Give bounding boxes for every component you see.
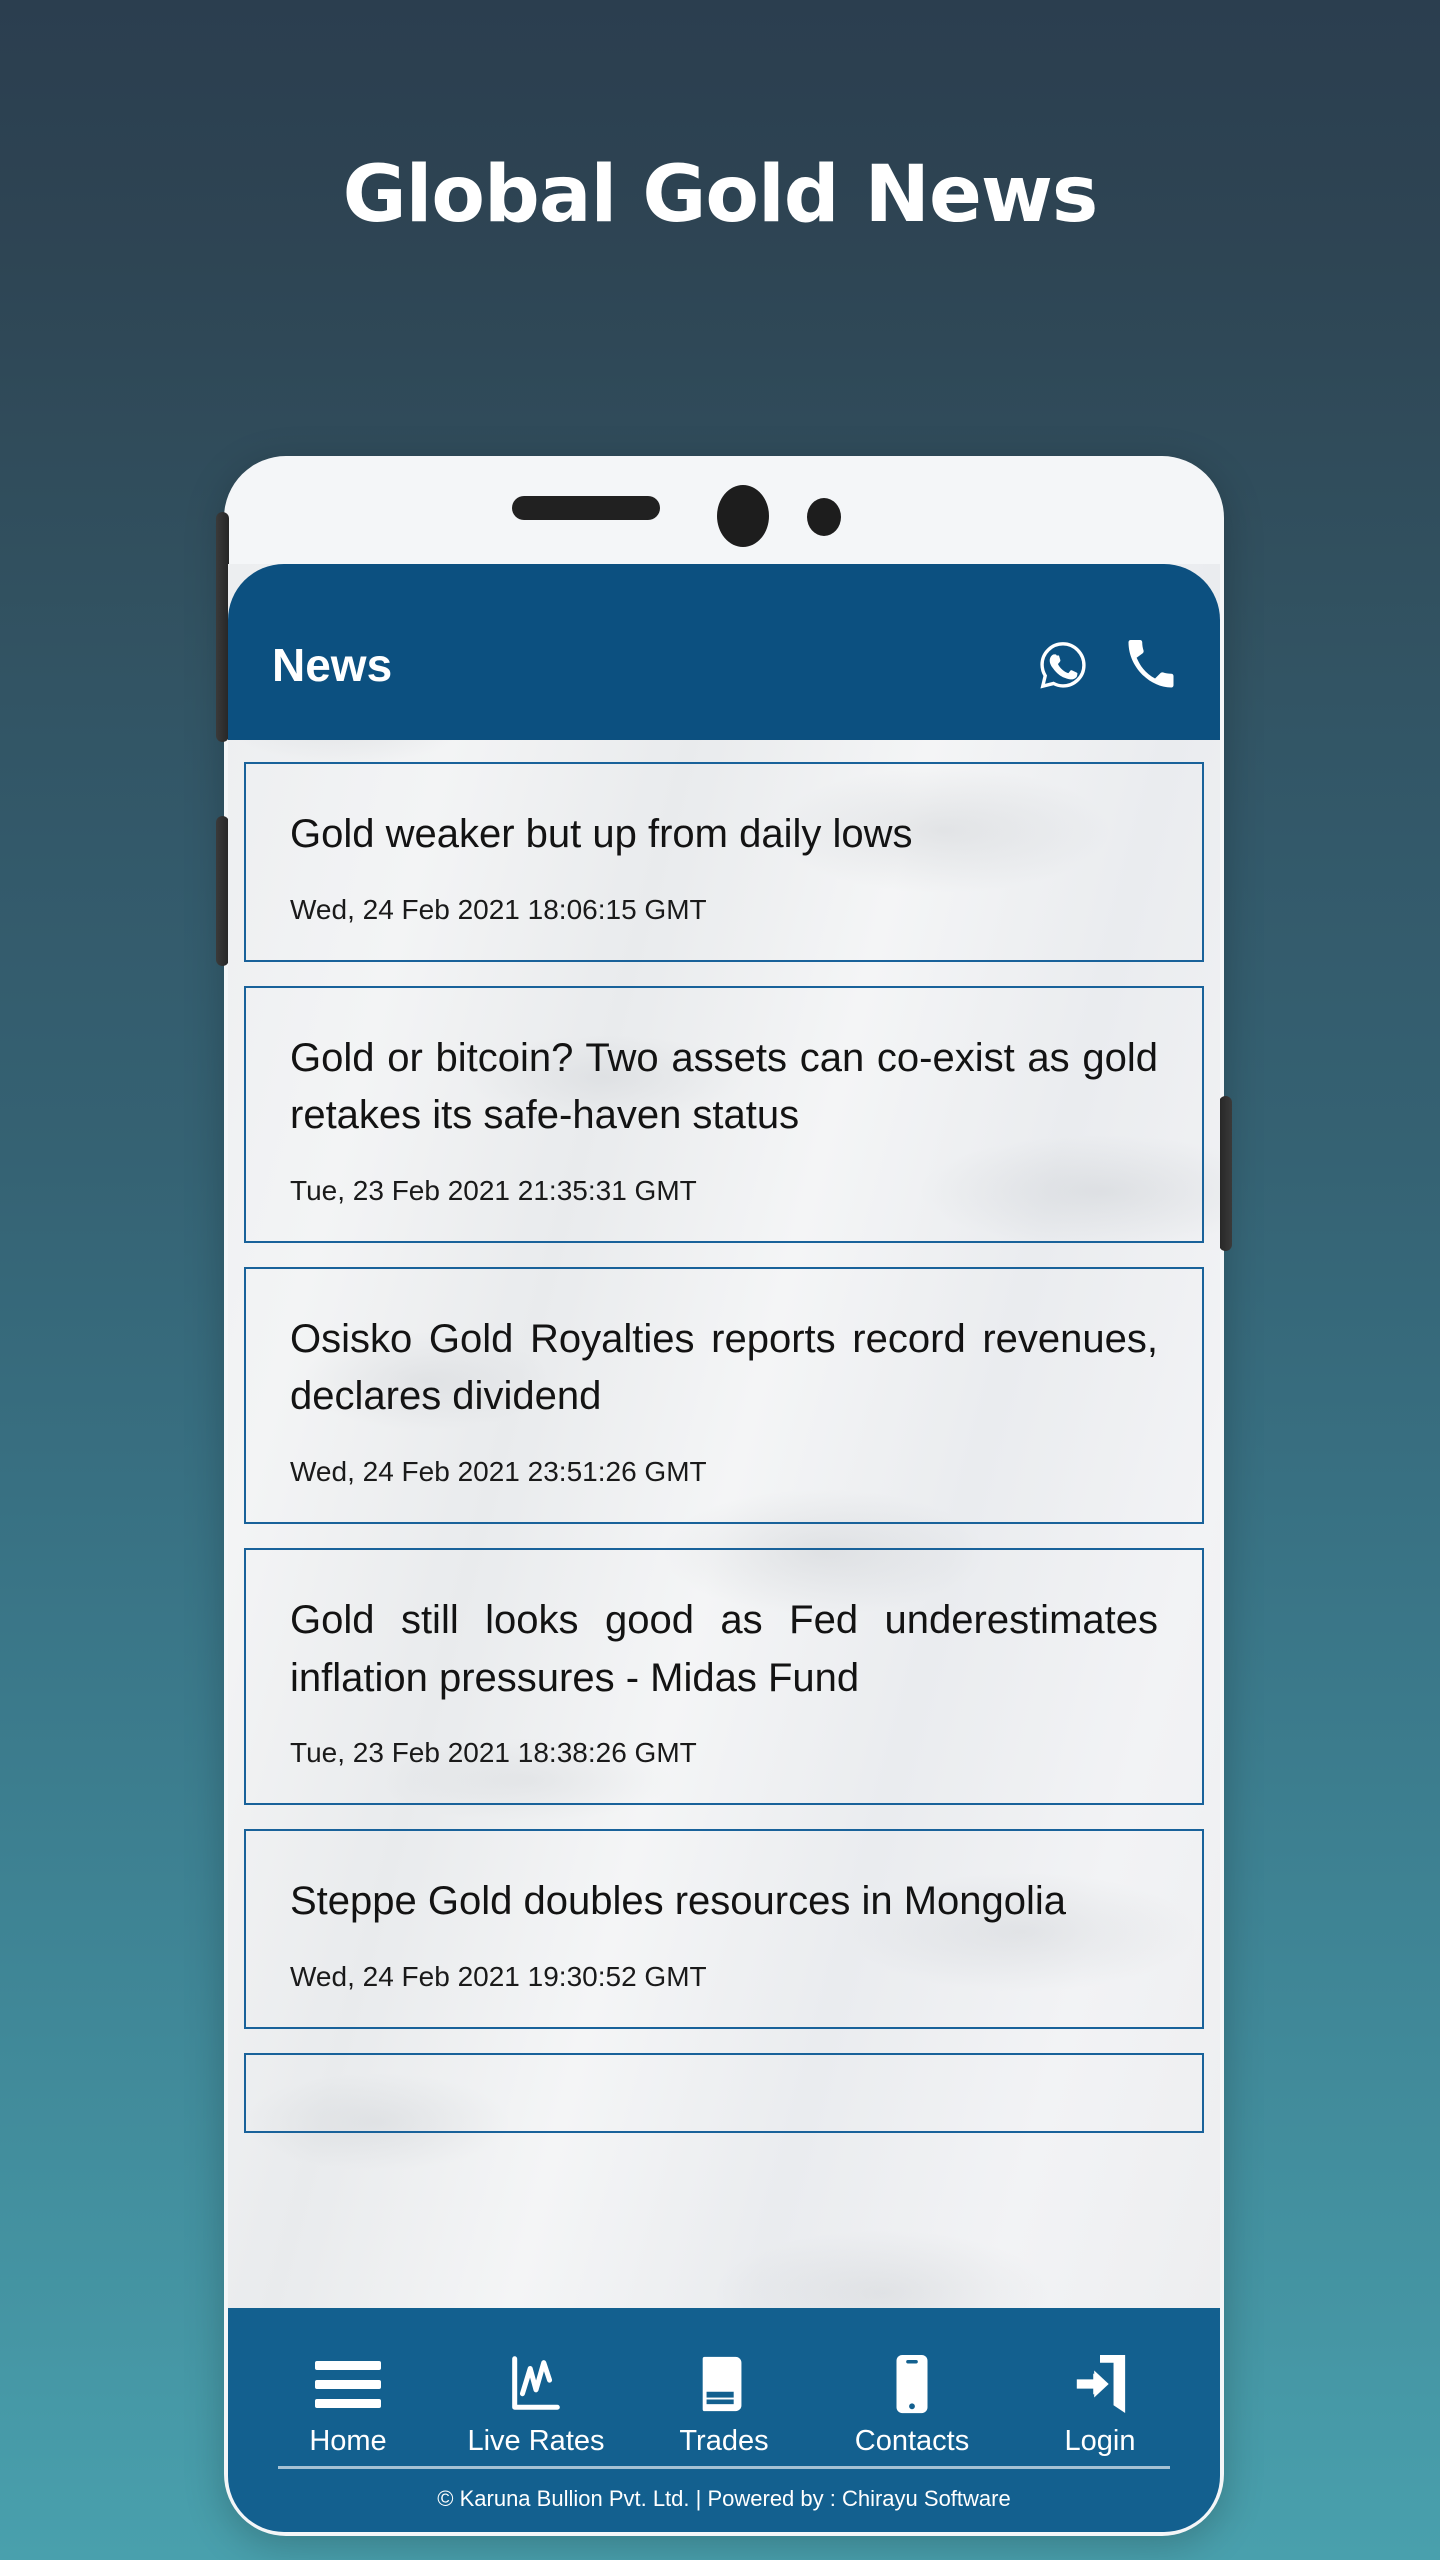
nav-item-login[interactable]: Login: [1010, 2353, 1190, 2458]
nav-item-home[interactable]: Home: [258, 2353, 438, 2458]
phone-screen: News Gold weaker but up from daily lows …: [228, 564, 1220, 2464]
nav-item-label: Trades: [679, 2425, 769, 2457]
bottom-nav-divider: [278, 2466, 1170, 2469]
news-card[interactable]: Gold still looks good as Fed underestima…: [244, 1547, 1204, 1806]
phone-front-camera-icon: [717, 485, 769, 547]
news-card-date: Wed, 24 Feb 2021 23:51:26 GMT: [290, 1455, 707, 1487]
news-card-partial[interactable]: [244, 2052, 1204, 2133]
nav-item-label: Live Rates: [467, 2425, 605, 2457]
news-card-date: Tue, 23 Feb 2021 21:35:31 GMT: [290, 1174, 697, 1206]
app-bar-actions: [1036, 638, 1178, 692]
news-card[interactable]: Gold or bitcoin? Two assets can co-exist…: [244, 985, 1204, 1243]
page-title: Global Gold News: [342, 150, 1099, 240]
news-list[interactable]: Gold weaker but up from daily lows Wed, …: [228, 740, 1220, 2464]
footer-credit-text: © Karuna Bullion Pvt. Ltd. | Powered by …: [437, 2486, 1011, 2511]
news-card-title: Osisko Gold Royalties reports record rev…: [290, 1316, 1158, 1419]
phone-sensor-icon: [807, 498, 841, 536]
whatsapp-icon[interactable]: [1036, 638, 1090, 692]
news-card-title: Gold weaker but up from daily lows: [290, 812, 913, 856]
line-chart-icon: [505, 2353, 567, 2415]
phone-mockup: News Gold weaker but up from daily lows …: [216, 456, 1232, 2536]
news-card-date: Tue, 23 Feb 2021 18:38:26 GMT: [290, 1737, 697, 1769]
nav-item-contacts[interactable]: Contacts: [822, 2353, 1002, 2458]
hamburger-menu-icon: [315, 2353, 381, 2415]
news-card-title: Steppe Gold doubles resources in Mongoli…: [290, 1879, 1067, 1924]
news-card-date: Wed, 24 Feb 2021 19:30:52 GMT: [290, 1960, 707, 1992]
login-door-icon: [1071, 2353, 1129, 2415]
app-bar: News: [228, 564, 1220, 740]
bottom-nav-items: Home Live Rates Trades Contacts Login: [228, 2308, 1220, 2458]
phone-speaker-grille: [512, 496, 660, 520]
news-card-date: Wed, 24 Feb 2021 18:06:15 GMT: [290, 893, 707, 925]
app-bar-title: News: [272, 639, 393, 691]
news-card[interactable]: Gold weaker but up from daily lows Wed, …: [244, 762, 1204, 962]
phone-icon[interactable]: [1124, 638, 1178, 692]
news-card[interactable]: Osisko Gold Royalties reports record rev…: [244, 1266, 1204, 1524]
power-button[interactable]: [1219, 1096, 1232, 1251]
nav-item-label: Home: [309, 2425, 387, 2457]
bottom-navigation-bar: Home Live Rates Trades Contacts Login © …: [228, 2308, 1220, 2532]
nav-item-live-rates[interactable]: Live Rates: [446, 2353, 626, 2458]
news-card[interactable]: Steppe Gold doubles resources in Mongoli…: [244, 1829, 1204, 2029]
mobile-phone-icon: [890, 2353, 934, 2415]
news-card-title: Gold still looks good as Fed underestima…: [290, 1597, 1158, 1700]
nav-item-label: Contacts: [854, 2425, 970, 2457]
nav-item-label: Login: [1064, 2425, 1136, 2457]
nav-item-trades[interactable]: Trades: [634, 2353, 814, 2458]
book-icon: [695, 2353, 753, 2415]
news-card-title: Gold or bitcoin? Two assets can co-exist…: [290, 1035, 1158, 1138]
